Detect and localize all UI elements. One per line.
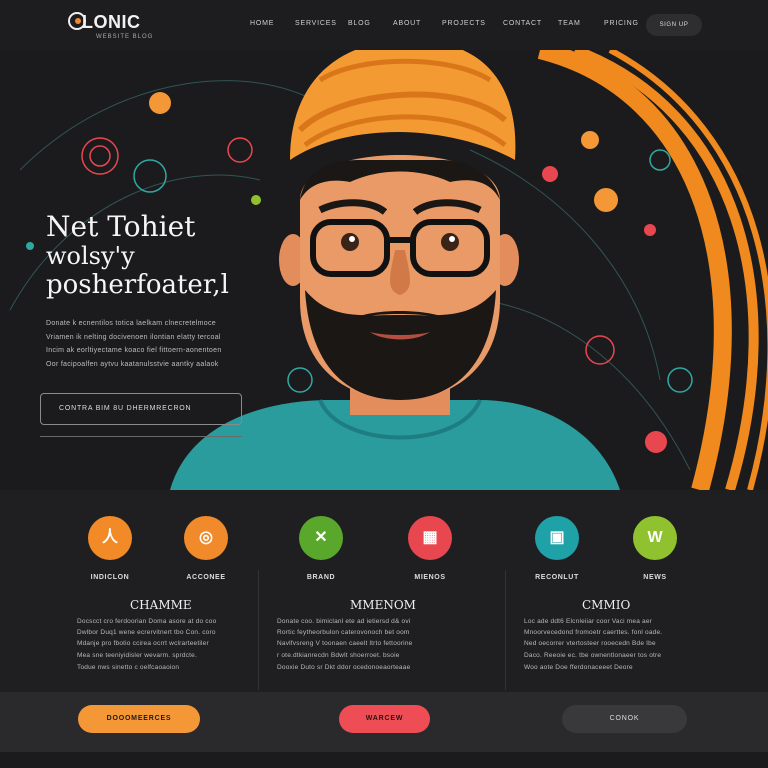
calendar-icon: ▦ [408,516,452,560]
hero-title-line-3: posherfoater,l [46,270,229,300]
hero-section: Net Tohiet wolsy'y posherfoater,l Donate… [0,50,768,490]
nav-item-contact[interactable]: CONTACT [503,20,542,27]
nav-item-home[interactable]: HOME [250,20,274,27]
feature-label: ACCONEE [186,574,226,581]
person-icon: 人 [88,516,132,560]
column-text-line: Daco. Reeoie ec. tbe ownentlonaeer tos o… [524,652,662,659]
feature-item[interactable]: ◎ ACCONEE [166,516,246,581]
column-text-line: Mnoorvecedond fromoetr caerttes. fonl oa… [524,629,663,636]
disc-icon: ◎ [184,516,228,560]
column-text-line: Navlfvsreng V toonaen caeelt ltrto fetto… [277,640,413,647]
tools-icon: ✕ [299,516,343,560]
features-section: 人 INDICLON ◎ ACCONEE ✕ BRAND ▦ MIENOS ▣ … [0,490,768,692]
brand-tagline: WEBSITE BLOG [96,34,154,40]
hero-title-line-2: wolsy'y [46,242,135,270]
brand-name: LONIC [82,12,141,32]
column-text-line: Loc ade ddt6 Elcnleiiar coor Vaci mea ae… [524,618,653,625]
nav-item-pricing[interactable]: PRICING [604,20,639,27]
column-title: MMENOM [350,598,416,612]
nav-item-team[interactable]: TEAM [558,20,581,27]
nav-item-projects[interactable]: PROJECTS [442,20,486,27]
feature-item[interactable]: 人 INDICLON [70,516,150,581]
tertiary-button[interactable]: CONOK [562,705,687,733]
column-text-line: Donate coo. bimiclanl ete ad ietiersd d&… [277,618,411,625]
nav-item-services[interactable]: SERVICES [295,20,337,27]
column-text-line: Dooxie Duto sr Dkt ddor ocedonoeaorteaae [277,664,411,671]
hero-body-line: Vriamen ik nelting docivenoen ilontian e… [46,334,221,341]
secondary-button[interactable]: WARCEW [339,705,430,733]
feature-item[interactable]: W NEWS [615,516,695,581]
nav-item-blog[interactable]: BLOG [348,20,371,27]
column-text-line: Mdanje pro fbotio ccirea ocrrt wclrartee… [77,640,209,647]
badge-icon: W [633,516,677,560]
column-text-line: Todue nws sinetto c oelfcaoaoion [77,664,180,671]
column-text-line: r ote.dtkianrecdn Bdwlt shoerroet. bsoie [277,652,400,659]
chat-icon: ▣ [535,516,579,560]
primary-button[interactable]: DOOOMEERCES [78,705,200,733]
hero-title-line-1: Net Tohiet [46,210,196,243]
feature-item[interactable]: ▦ MIENOS [390,516,470,581]
column-title: CHAMME [130,598,192,612]
feature-item[interactable]: ▣ RECONLUT [517,516,597,581]
orange-swirl-decoration [537,50,768,490]
feature-label: BRAND [306,574,336,581]
signup-button[interactable]: SIGN UP [646,14,702,36]
column-text-line: Mea sne teeniyidisler wevarm. sprdcte. [77,652,197,659]
hero-divider [40,436,242,437]
column-text-line: Docscct cro ferdoorian Doma asore at do … [77,618,217,625]
column-text-line: Rortic feytheorbulon caterovonoch bet oo… [277,629,410,636]
hero-body-line: Oor facipoalfen aytvu kaatanulsstvie aan… [46,361,219,368]
column-text-line: Ned oecorrer vtertosteer rooecedn Bde Ib… [524,640,656,647]
column-text-line: Dwlbor Duq1 wene ecrervitnert tbo Con. c… [77,629,216,636]
site-header: LONIC WEBSITE BLOG HOME SERVICES BLOG AB… [0,0,768,50]
column-text-line: Woo aote Doe fferdonaceeet Deore [524,664,633,671]
column-divider [258,570,259,690]
column-title: CMMIO [582,598,631,612]
hero-cta-button[interactable]: CONTRA BIM 8U DHERMRECRON [40,393,242,425]
footer-strip [0,752,768,768]
feature-label: RECONLUT [535,574,579,581]
nav-item-about[interactable]: ABOUT [393,20,421,27]
feature-item[interactable]: ✕ BRAND [281,516,361,581]
feature-label: MIENOS [414,574,446,581]
hero-body-line: Incim ak eorltiyectame koaco fiel fittoe… [46,347,222,354]
feature-label: INDICLON [90,574,130,581]
bottom-action-bar: DOOOMEERCES WARCEW CONOK [0,692,768,752]
column-divider [505,570,506,690]
feature-label: NEWS [643,574,667,581]
hero-body-line: Donate k ecnentilos totica laelkam clnec… [46,320,216,327]
